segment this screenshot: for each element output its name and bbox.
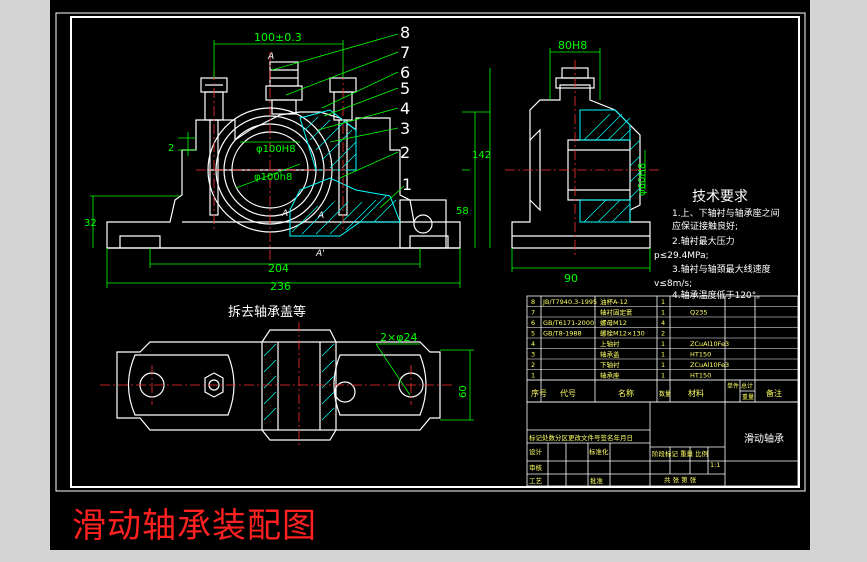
tech-req-line-2: 应保证接触良好; — [672, 220, 738, 232]
bom-cell-mat: HT150 — [690, 351, 711, 359]
bom-cell-code: GB/T8-1988 — [543, 330, 582, 338]
plan-dim-height-label: 60 — [458, 385, 469, 398]
dim-dia1-label: φ100H8 — [256, 144, 296, 155]
bom-cell-mat: Q235 — [690, 309, 708, 317]
title-sheets: 共 张 第 张 — [664, 475, 697, 484]
bom-cell-no: 3 — [531, 351, 535, 359]
bom-cell-qty: 1 — [661, 298, 665, 306]
dim-left-height-label: 32 — [84, 218, 97, 229]
part-number-3: 3 — [400, 119, 410, 138]
bom-header-code: 代号 — [560, 388, 576, 398]
bom-cell-no: 2 — [531, 361, 535, 369]
section-mark-a2: A — [281, 209, 288, 219]
tech-req-title: 技术要求 — [692, 189, 748, 205]
section-mark-a1: A — [267, 52, 274, 62]
bom-cell-name: 油杯A-12 — [600, 297, 628, 306]
bom-header-no: 序号 — [531, 388, 547, 398]
bom-header-note: 备注 — [766, 388, 782, 398]
part-number-7: 7 — [400, 43, 410, 62]
bom-cell-qty: 1 — [661, 309, 665, 317]
tech-req-line-4: p≤29.4MPa; — [654, 251, 709, 261]
tech-req-line-3: 2.轴衬最大压力 — [672, 235, 735, 247]
drawing-caption: 滑动轴承装配图 — [72, 506, 317, 546]
part-number-1: 1 — [402, 175, 412, 194]
cad-drawing-canvas: 100±0.3 2 32 142 58 204 236 φ100H8 φ100h… — [50, 0, 867, 562]
bom-cell-no: 4 — [531, 340, 535, 348]
part-number-4: 4 — [400, 99, 410, 118]
title-process: 工艺 — [529, 477, 543, 485]
dim-dia2-label: φ100h8 — [254, 172, 292, 183]
bom-cell-qty: 1 — [661, 351, 665, 359]
title-approve: 批准 — [590, 476, 604, 485]
side-dim-bottom-label: 90 — [564, 272, 578, 285]
section-mark-a4: A' — [315, 249, 325, 259]
bom-cell-no: 5 — [531, 330, 535, 338]
bom-cell-name: 下轴衬 — [600, 360, 620, 369]
dim-bottom-inner-label: 204 — [268, 262, 289, 275]
title-review: 审核 — [529, 463, 543, 472]
bom-cell-name: 螺母M12 — [600, 318, 627, 327]
cad-viewport — [50, 0, 810, 550]
bom-cell-qty: 4 — [661, 319, 665, 327]
tech-req-line-6: v≤8m/s; — [654, 279, 692, 289]
bom-cell-mat: ZCuAl10Fe3 — [690, 340, 729, 348]
bom-cell-no: 1 — [531, 372, 535, 380]
bom-header-unit: 单件 — [727, 382, 739, 390]
window-side-margin — [810, 0, 867, 562]
bom-cell-qty: 2 — [661, 330, 665, 338]
bom-cell-no: 7 — [531, 309, 535, 317]
bom-cell-name: 轴衬固定套 — [600, 308, 633, 317]
bom-weight-label: 重量 — [742, 393, 754, 401]
dim-right-total-label: 142 — [472, 150, 491, 161]
part-number-5: 5 — [400, 79, 410, 98]
tech-req-line-7: 4.轴承温度低于120°。 — [672, 289, 765, 301]
bom-cell-code: GB/T6171-2000 — [543, 319, 594, 327]
bom-cell-no: 6 — [531, 319, 535, 327]
side-dim-dia-label: φ60H8 — [637, 163, 648, 196]
bom-header-total: 总计 — [741, 382, 753, 390]
bom-cell-mat: ZCuAl10Fe3 — [690, 361, 729, 369]
plan-dim-holes-label: 2×φ24 — [380, 331, 417, 344]
bom-cell-no: 8 — [531, 298, 535, 306]
title-design: 设计 — [529, 447, 543, 456]
section-mark-a3: A — [317, 211, 324, 221]
bom-cell-qty: 1 — [661, 340, 665, 348]
title-drawing-name: 滑动轴承 — [744, 432, 784, 445]
bom-cell-name: 轴承座 — [600, 371, 620, 380]
bom-cell-mat: HT150 — [690, 372, 711, 380]
title-standard: 标准化 — [589, 447, 609, 456]
title-rev-row: 标记处数分区更改文件号签名年月日 — [529, 433, 633, 442]
bom-cell-name: 上轴衬 — [600, 339, 620, 348]
dim-right-mid-label: 58 — [456, 206, 469, 217]
tech-req-line-1: 1.上、下轴衬与轴承座之间 — [672, 207, 780, 219]
title-scale: 1:1 — [710, 461, 720, 469]
bom-header-qty: 数量 — [659, 390, 671, 398]
bom-cell-name: 螺栓M12×130 — [600, 329, 645, 338]
dim-top-label: 100±0.3 — [254, 31, 302, 44]
bom-cell-qty: 1 — [661, 372, 665, 380]
dim-left-small-label: 2 — [168, 143, 174, 154]
title-stage: 阶段标记 重量 比例 — [652, 449, 708, 458]
dim-bottom-outer-label: 236 — [270, 280, 291, 293]
tech-req-line-5: 3.轴衬与轴颈最大线速度 — [672, 263, 771, 275]
bom-cell-name: 轴承盖 — [600, 350, 620, 359]
side-dim-top-label: 80H8 — [558, 39, 587, 52]
part-number-2: 2 — [400, 143, 410, 162]
bom-cell-code: JB/T7940.3-1995 — [542, 298, 597, 306]
bom-cell-qty: 1 — [661, 361, 665, 369]
bom-header-name: 名称 — [618, 388, 634, 398]
plan-view-title: 拆去轴承盖等 — [228, 304, 306, 320]
part-number-8: 8 — [400, 23, 410, 42]
bom-header-mat: 材料 — [688, 388, 704, 398]
